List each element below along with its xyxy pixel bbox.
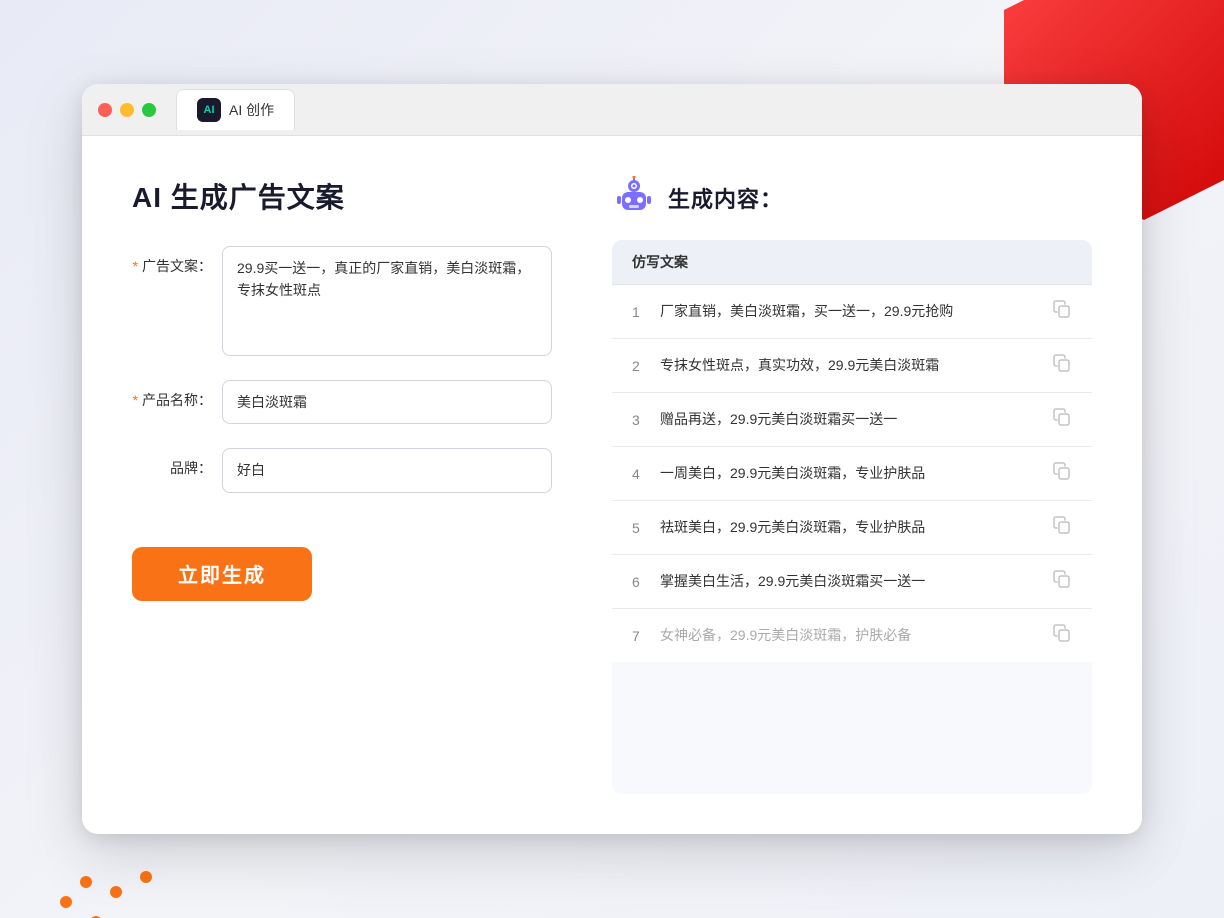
row-text: 掌握美白生活，29.9元美白淡斑霜买一送一 [660,571,1052,592]
copy-icon[interactable] [1052,407,1072,432]
table-row: 7女神必备，29.9元美白淡斑霜，护肤必备 [612,609,1092,662]
product-name-group: 产品名称： [132,380,552,424]
copy-icon[interactable] [1052,299,1072,324]
row-number: 3 [632,412,660,428]
minimize-button[interactable] [120,103,134,117]
row-text: 女神必备，29.9元美白淡斑霜，护肤必备 [660,625,1052,646]
table-row: 3赠品再送，29.9元美白淡斑霜买一送一 [612,393,1092,447]
copy-icon[interactable] [1052,515,1072,540]
ad-copy-group: 广告文案： [132,246,552,356]
row-text: 赠品再送，29.9元美白淡斑霜买一送一 [660,409,1052,430]
table-row: 5祛斑美白，29.9元美白淡斑霜，专业护肤品 [612,501,1092,555]
browser-window: AI AI 创作 AI 生成广告文案 广告文案： 产品名称： 品牌： [82,84,1142,834]
maximize-button[interactable] [142,103,156,117]
copy-icon[interactable] [1052,569,1072,594]
ad-copy-input[interactable] [222,246,552,356]
row-text: 专抹女性斑点，真实功效，29.9元美白淡斑霜 [660,355,1052,376]
copy-icon[interactable] [1052,353,1072,378]
table-row: 4一周美白，29.9元美白淡斑霜，专业护肤品 [612,447,1092,501]
row-number: 6 [632,574,660,590]
table-row: 1厂家直销，美白淡斑霜，买一送一，29.9元抢购 [612,285,1092,339]
ai-creation-tab[interactable]: AI AI 创作 [176,89,295,130]
row-number: 7 [632,628,660,644]
row-number: 1 [632,304,660,320]
product-name-input[interactable] [222,380,552,424]
copy-icon[interactable] [1052,461,1072,486]
table-header: 仿写文案 [612,240,1092,285]
row-number: 4 [632,466,660,482]
main-content: AI 生成广告文案 广告文案： 产品名称： 品牌： 立即生成 [82,136,1142,834]
result-table: 仿写文案 1厂家直销，美白淡斑霜，买一送一，29.9元抢购 2专抹女性斑点，真实… [612,240,1092,794]
row-text: 祛斑美白，29.9元美白淡斑霜，专业护肤品 [660,517,1052,538]
tab-icon-text: AI [204,104,215,116]
tab-icon: AI [197,98,221,122]
window-controls [98,103,156,117]
close-button[interactable] [98,103,112,117]
right-panel: 生成内容： 仿写文案 1厂家直销，美白淡斑霜，买一送一，29.9元抢购 2专抹女… [612,176,1092,794]
result-header: 生成内容： [612,176,1092,220]
table-row: 6掌握美白生活，29.9元美白淡斑霜买一送一 [612,555,1092,609]
page-title: AI 生成广告文案 [132,176,552,216]
robot-icon [612,176,656,220]
row-text: 厂家直销，美白淡斑霜，买一送一，29.9元抢购 [660,301,1052,322]
table-row: 2专抹女性斑点，真实功效，29.9元美白淡斑霜 [612,339,1092,393]
row-text: 一周美白，29.9元美白淡斑霜，专业护肤品 [660,463,1052,484]
row-number: 5 [632,520,660,536]
product-name-label: 产品名称： [132,380,222,410]
ad-copy-label: 广告文案： [132,246,222,276]
brand-input[interactable] [222,448,552,492]
left-panel: AI 生成广告文案 广告文案： 产品名称： 品牌： 立即生成 [132,176,552,794]
row-number: 2 [632,358,660,374]
copy-icon[interactable] [1052,623,1072,648]
brand-group: 品牌： [132,448,552,492]
title-bar: AI AI 创作 [82,84,1142,136]
brand-label: 品牌： [132,448,222,478]
tab-title: AI 创作 [229,100,274,120]
submit-button[interactable]: 立即生成 [132,547,312,601]
table-body: 1厂家直销，美白淡斑霜，买一送一，29.9元抢购 2专抹女性斑点，真实功效，29… [612,285,1092,662]
result-title: 生成内容： [668,182,783,214]
